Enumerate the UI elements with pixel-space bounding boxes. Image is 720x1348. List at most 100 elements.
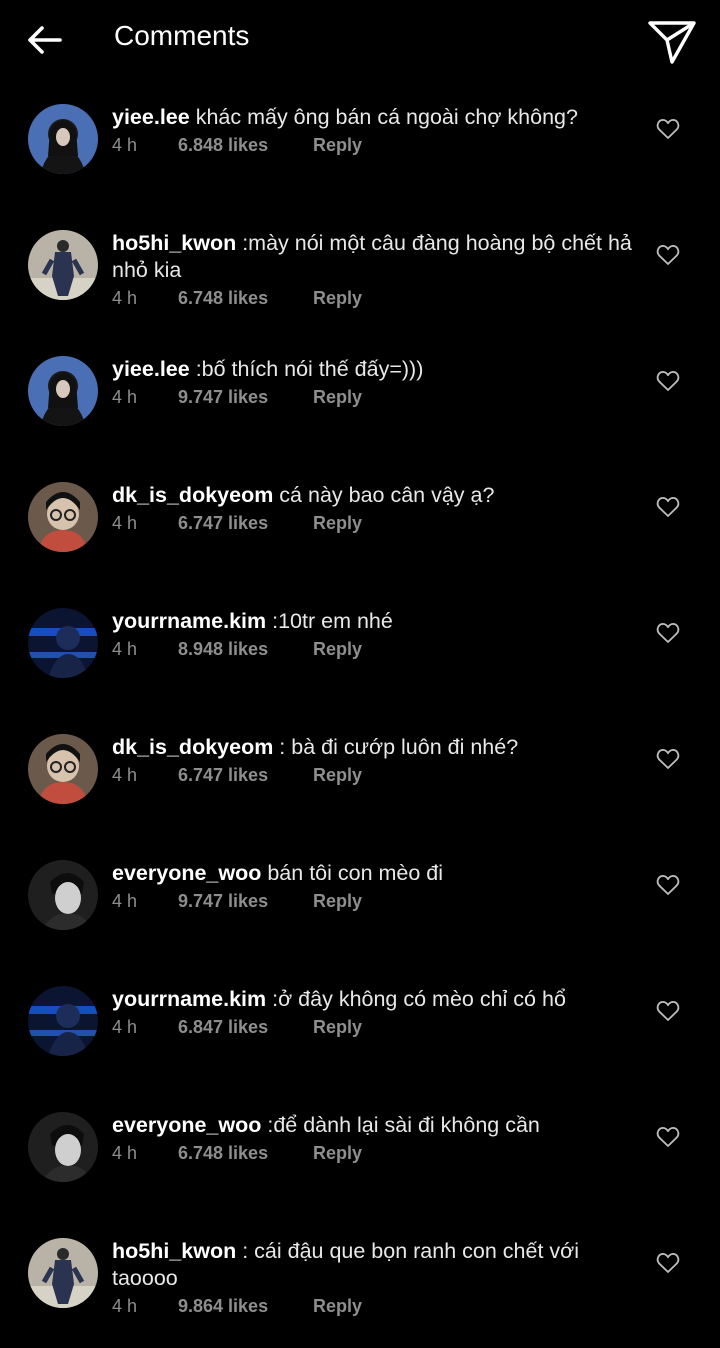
comment-likes[interactable]: 6.847 likes (178, 1015, 268, 1039)
like-button[interactable] (656, 622, 680, 644)
comment-likes[interactable]: 6.747 likes (178, 763, 268, 787)
comment-message: khác mấy ông bán cá ngoài chợ không? (189, 105, 578, 129)
comment-item: yourrname.kim :10tr em nhé 4 h 8.948 likes… (0, 608, 720, 718)
comment-text: yiee.lee khác mấy ông bán cá ngoài chợ k… (112, 104, 632, 131)
comment-username[interactable]: yiee.lee (112, 357, 190, 381)
comment-item: dk_is_dokyeom cá này bao cân vậy ạ? 4 h 6.… (0, 482, 720, 592)
comment-item: ho5hi_kwon :mày nói một câu đàng hoàng b… (0, 230, 720, 340)
avatar[interactable] (28, 104, 98, 174)
heart-icon (656, 875, 680, 895)
reply-button[interactable]: Reply (313, 1141, 362, 1165)
avatar[interactable] (28, 1112, 98, 1182)
reply-button[interactable]: Reply (313, 763, 362, 787)
comment-text: ho5hi_kwon :mày nói một câu đàng hoàng b… (112, 230, 632, 284)
comment-body: dk_is_dokyeom : bà đi cướp luôn đi nhé? 4… (112, 734, 632, 787)
heart-icon (656, 119, 680, 139)
avatar[interactable] (28, 734, 98, 804)
comment-meta: 4 h 8.948 likes Reply (112, 637, 632, 661)
like-button[interactable] (656, 496, 680, 518)
comment-likes[interactable]: 9.747 likes (178, 385, 268, 409)
comment-body: yourrname.kim :10tr em nhé 4 h 8.948 likes… (112, 608, 632, 661)
like-button[interactable] (656, 748, 680, 770)
comment-message: : bà đi cướp luôn đi nhé? (273, 735, 519, 759)
reply-button[interactable]: Reply (313, 385, 362, 409)
comment-item: yourrname.kim :ở đây không có mèo chỉ có… (0, 986, 720, 1096)
avatar[interactable] (28, 230, 98, 300)
reply-button[interactable]: Reply (313, 1015, 362, 1039)
comment-time: 4 h (112, 765, 138, 785)
comment-likes[interactable]: 8.948 likes (178, 637, 268, 661)
comment-body: dk_is_dokyeom cá này bao cân vậy ạ? 4 h 6.… (112, 482, 632, 535)
reply-button[interactable]: Reply (313, 286, 362, 310)
comment-username[interactable]: dk_is_dokyeom (112, 735, 273, 759)
reply-button[interactable]: Reply (313, 133, 362, 157)
comment-body: yiee.lee khác mấy ông bán cá ngoài chợ k… (112, 104, 632, 157)
comment-item: everyone_woo :để dành lại sài đi không c… (0, 1112, 720, 1222)
like-button[interactable] (656, 244, 680, 266)
comment-likes[interactable]: 9.747 likes (178, 889, 268, 913)
comment-time: 4 h (112, 1143, 138, 1163)
comment-message: bán tôi con mèo đi (261, 861, 444, 885)
heart-icon (656, 371, 680, 391)
comment-item: yiee.lee :bố thích nói thế đấy=))) 4 h 9.7… (0, 356, 720, 466)
comment-message: :ở đây không có mèo chỉ có hổ (266, 987, 566, 1011)
comment-username[interactable]: ho5hi_kwon (112, 231, 236, 255)
share-button[interactable] (644, 14, 700, 70)
comment-meta: 4 h 6.748 likes Reply (112, 1141, 632, 1165)
reply-button[interactable]: Reply (313, 511, 362, 535)
page-title: Comments (114, 20, 250, 51)
comment-message: :10tr em nhé (266, 609, 393, 633)
comment-time: 4 h (112, 639, 138, 659)
comment-username[interactable]: everyone_woo (112, 861, 261, 885)
comment-likes[interactable]: 6.748 likes (178, 1141, 268, 1165)
like-button[interactable] (656, 118, 680, 140)
comment-text: everyone_woo bán tôi con mèo đi (112, 860, 632, 887)
avatar[interactable] (28, 860, 98, 930)
reply-button[interactable]: Reply (313, 889, 362, 913)
comment-likes[interactable]: 9.864 likes (178, 1294, 268, 1318)
arrow-left-icon (28, 26, 62, 54)
like-button[interactable] (656, 1252, 680, 1274)
reply-button[interactable]: Reply (313, 1294, 362, 1318)
like-button[interactable] (656, 370, 680, 392)
comment-meta: 4 h 6.747 likes Reply (112, 763, 632, 787)
like-button[interactable] (656, 874, 680, 896)
comment-username[interactable]: yourrname.kim (112, 987, 266, 1011)
comment-likes[interactable]: 6.848 likes (178, 133, 268, 157)
heart-icon (656, 245, 680, 265)
avatar[interactable] (28, 356, 98, 426)
avatar[interactable] (28, 986, 98, 1056)
comment-time: 4 h (112, 135, 138, 155)
comment-likes[interactable]: 6.747 likes (178, 511, 268, 535)
avatar[interactable] (28, 482, 98, 552)
like-button[interactable] (656, 1000, 680, 1022)
comment-message: cá này bao cân vậy ạ? (273, 483, 495, 507)
avatar[interactable] (28, 608, 98, 678)
comment-text: dk_is_dokyeom cá này bao cân vậy ạ? (112, 482, 632, 509)
comment-meta: 4 h 6.747 likes Reply (112, 511, 632, 535)
heart-icon (656, 1001, 680, 1021)
comment-meta: 4 h 9.747 likes Reply (112, 889, 632, 913)
comment-meta: 4 h 9.864 likes Reply (112, 1294, 632, 1318)
comment-username[interactable]: everyone_woo (112, 1113, 261, 1137)
comment-username[interactable]: dk_is_dokyeom (112, 483, 273, 507)
comment-body: yourrname.kim :ở đây không có mèo chỉ có… (112, 986, 632, 1039)
comment-text: dk_is_dokyeom : bà đi cướp luôn đi nhé? (112, 734, 632, 761)
like-button[interactable] (656, 1126, 680, 1148)
heart-icon (656, 623, 680, 643)
comment-body: yiee.lee :bố thích nói thế đấy=))) 4 h 9.7… (112, 356, 632, 409)
comment-time: 4 h (112, 1017, 138, 1037)
comment-username[interactable]: ho5hi_kwon (112, 1239, 236, 1263)
comment-likes[interactable]: 6.748 likes (178, 286, 268, 310)
comment-body: everyone_woo :để dành lại sài đi không c… (112, 1112, 632, 1165)
comment-message: :bố thích nói thế đấy=))) (189, 357, 424, 381)
avatar[interactable] (28, 1238, 98, 1308)
back-button[interactable] (22, 18, 66, 62)
comment-meta: 4 h 9.747 likes Reply (112, 385, 632, 409)
heart-icon (656, 1253, 680, 1273)
comment-message: :để dành lại sài đi không cần (261, 1113, 540, 1137)
comment-username[interactable]: yourrname.kim (112, 609, 266, 633)
reply-button[interactable]: Reply (313, 637, 362, 661)
header: Comments (0, 0, 720, 78)
comment-username[interactable]: yiee.lee (112, 105, 190, 129)
